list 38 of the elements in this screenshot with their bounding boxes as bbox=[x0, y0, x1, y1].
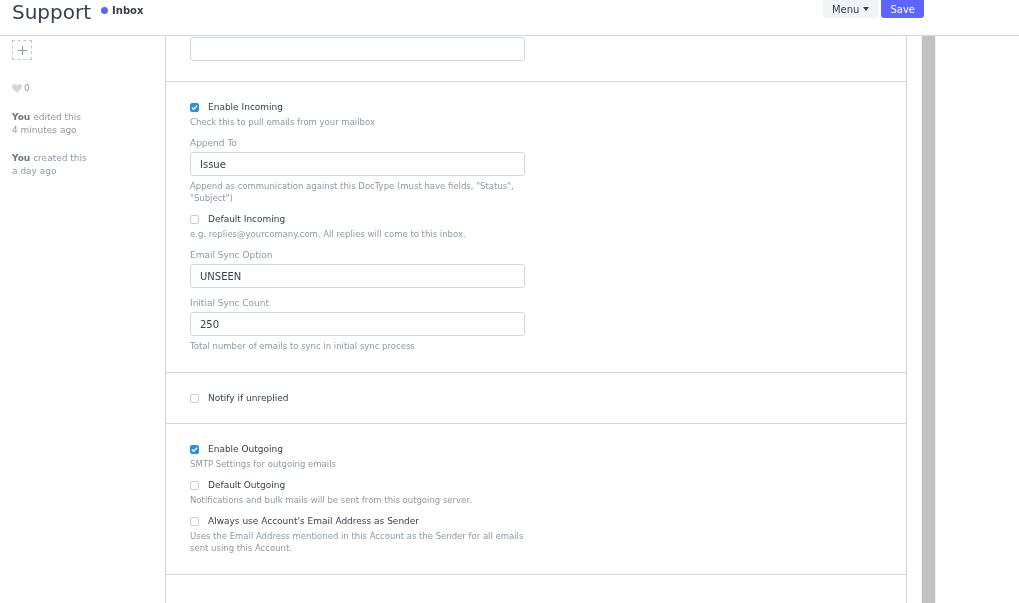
activity-entry: You created this a day ago bbox=[12, 152, 88, 178]
checkbox[interactable] bbox=[190, 393, 199, 403]
checkbox[interactable] bbox=[190, 444, 199, 454]
field-description: Total number of emails to sync in initial sync process bbox=[190, 340, 416, 352]
checkbox[interactable] bbox=[190, 480, 199, 490]
checkbox-label[interactable]: Default Incoming bbox=[190, 214, 525, 224]
input-field[interactable] bbox=[190, 37, 525, 61]
checkbox-label[interactable]: Enable Outgoing bbox=[190, 444, 525, 454]
field-label: Email Sync Option bbox=[190, 250, 274, 260]
field-description: SMTP Settings for outgoing emails bbox=[190, 458, 337, 470]
plus-icon bbox=[17, 45, 27, 55]
field-description: e.g. replies@yourcomany.com. All replies will come to this inbox. bbox=[190, 228, 467, 240]
input-field[interactable]: Issue bbox=[190, 152, 525, 176]
input-field[interactable]: UNSEEN bbox=[190, 264, 525, 288]
add-button[interactable] bbox=[12, 40, 32, 60]
checkbox[interactable] bbox=[190, 214, 199, 224]
checkbox-label[interactable]: Enable Incoming bbox=[190, 102, 525, 112]
input-field[interactable]: 250 bbox=[190, 312, 525, 336]
checkbox-label[interactable]: Default Outgoing bbox=[190, 480, 525, 490]
status-indicator: Inbox bbox=[101, 5, 144, 16]
field-description: Check this to pull emails from your mailbox bbox=[190, 116, 376, 128]
checkbox[interactable] bbox=[190, 102, 199, 112]
like-count: 0 bbox=[24, 83, 30, 93]
save-button[interactable]: Save bbox=[881, 0, 924, 18]
field-label: Initial Sync Count bbox=[190, 298, 271, 308]
scrollbar-thumb[interactable] bbox=[922, 36, 935, 603]
menu-button[interactable]: Menu bbox=[823, 0, 879, 18]
caret-icon bbox=[863, 7, 870, 11]
checkbox[interactable] bbox=[190, 516, 199, 526]
heart-icon[interactable] bbox=[12, 83, 22, 93]
checkbox-label[interactable]: Notify if unreplied bbox=[190, 393, 525, 403]
field-description: Notifications and bulk mails will be sent from this outgoing server. bbox=[190, 494, 473, 506]
checkbox-label[interactable]: Always use Account's Email Address as Sender bbox=[190, 516, 525, 526]
field-label: Append To bbox=[190, 138, 238, 148]
field-description: Append as communication against this DocType (must have fields, "Status", "Subject") bbox=[190, 180, 515, 204]
activity-entry: You edited this 4 minutes ago bbox=[12, 111, 82, 137]
page-title: Support bbox=[12, 0, 92, 24]
field-description: Uses the Email Address mentioned in this Account as the Sender for all emails sent using this Account. bbox=[190, 530, 525, 554]
